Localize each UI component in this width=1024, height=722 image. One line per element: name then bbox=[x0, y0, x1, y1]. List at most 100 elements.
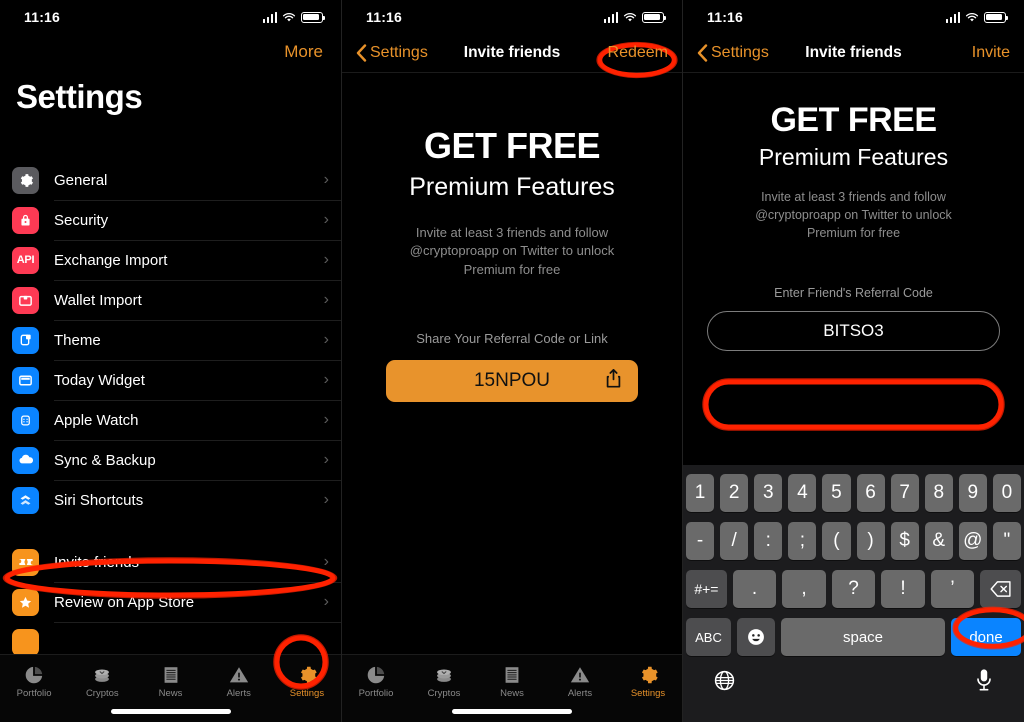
sidebar-item-label: Sync & Backup bbox=[54, 451, 156, 469]
key-colon[interactable]: : bbox=[754, 522, 783, 560]
key-1[interactable]: 1 bbox=[686, 474, 715, 512]
backspace-icon[interactable] bbox=[980, 570, 1021, 608]
sidebar-item-sync-backup[interactable]: Sync & Backup › bbox=[0, 440, 341, 480]
panel-settings: 11:16 More Settings General › Security ›… bbox=[0, 0, 341, 722]
tab-cryptos[interactable]: Cryptos bbox=[410, 655, 478, 707]
key-7[interactable]: 7 bbox=[890, 474, 919, 512]
keyboard-row-3: #+= . , ? ! ’ bbox=[683, 560, 1024, 608]
sidebar-item-label: Security bbox=[54, 211, 109, 229]
promo-body: Invite at least 3 friends and follow @cr… bbox=[409, 225, 615, 277]
key-slash[interactable]: / bbox=[720, 522, 749, 560]
status-bar-icons bbox=[603, 11, 666, 23]
onscreen-keyboard: 1 2 3 4 5 6 7 8 9 0 - / : ; ( ) $ & @ " … bbox=[683, 465, 1024, 722]
tab-alerts[interactable]: Alerts bbox=[546, 655, 614, 707]
key-space[interactable]: space bbox=[781, 618, 945, 656]
shortcuts-icon bbox=[12, 486, 39, 514]
back-button[interactable]: Settings bbox=[697, 44, 769, 62]
cellular-signal-icon bbox=[262, 11, 277, 23]
key-semicolon[interactable]: ; bbox=[788, 522, 817, 560]
key-exclamation[interactable]: ! bbox=[881, 570, 925, 608]
sidebar-item-theme[interactable]: Theme › bbox=[0, 320, 341, 360]
key-at[interactable]: @ bbox=[958, 522, 987, 560]
tab-label: Alerts bbox=[567, 687, 593, 699]
key-3[interactable]: 3 bbox=[754, 474, 783, 512]
tab-settings[interactable]: Settings bbox=[614, 655, 682, 707]
key-ampersand[interactable]: & bbox=[924, 522, 953, 560]
more-button[interactable]: More bbox=[284, 42, 323, 62]
tab-cryptos[interactable]: Cryptos bbox=[68, 655, 136, 707]
tab-settings[interactable]: Settings bbox=[273, 655, 341, 707]
key-abc[interactable]: ABC bbox=[686, 618, 731, 656]
sidebar-item-security[interactable]: Security › bbox=[0, 200, 341, 240]
key-8[interactable]: 8 bbox=[924, 474, 953, 512]
tab-label: Settings bbox=[289, 687, 325, 699]
promo-block: GET FREE Premium Features Invite at leas… bbox=[342, 73, 682, 279]
battery-icon bbox=[642, 11, 666, 23]
settings-topbar: More bbox=[0, 34, 341, 70]
back-button[interactable]: Settings bbox=[356, 44, 428, 62]
redeem-button[interactable]: Redeem bbox=[608, 44, 668, 62]
sidebar-item-today-widget[interactable]: Today Widget › bbox=[0, 360, 341, 400]
key-paren-close[interactable]: ) bbox=[856, 522, 885, 560]
tab-news[interactable]: News bbox=[136, 655, 204, 707]
home-indicator bbox=[110, 709, 231, 714]
key-2[interactable]: 2 bbox=[720, 474, 749, 512]
sidebar-item-wallet-import[interactable]: Wallet Import › bbox=[0, 280, 341, 320]
invite-button[interactable]: Invite bbox=[972, 44, 1010, 62]
sidebar-item-general[interactable]: General › bbox=[0, 160, 341, 200]
referral-code-input[interactable]: BITSO3 bbox=[707, 311, 1000, 352]
status-bar: 11:16 bbox=[0, 0, 341, 34]
key-paren-open[interactable]: ( bbox=[822, 522, 851, 560]
microphone-icon[interactable] bbox=[974, 668, 994, 692]
sidebar-item-exchange-import[interactable]: API Exchange Import › bbox=[0, 240, 341, 280]
key-0[interactable]: 0 bbox=[992, 474, 1021, 512]
document-icon bbox=[505, 666, 519, 683]
key-dollar[interactable]: $ bbox=[890, 522, 919, 560]
tab-label: Settings bbox=[630, 687, 666, 699]
key-6[interactable]: 6 bbox=[856, 474, 885, 512]
emoji-icon[interactable] bbox=[737, 618, 775, 656]
status-bar: 11:16 bbox=[683, 0, 1024, 34]
three-panel-screenshot: 11:16 More Settings General › Security ›… bbox=[0, 0, 1024, 722]
sidebar-item-label: Siri Shortcuts bbox=[54, 491, 144, 509]
sidebar-item-label: Theme bbox=[54, 331, 101, 349]
key-apostrophe[interactable]: ’ bbox=[930, 570, 975, 608]
key-symbols-toggle[interactable]: #+= bbox=[686, 570, 727, 608]
sidebar-item-siri-shortcuts[interactable]: Siri Shortcuts › bbox=[0, 480, 341, 520]
tab-bar: Portfolio Cryptos News Alerts Settings bbox=[0, 654, 341, 722]
key-period[interactable]: . bbox=[732, 570, 777, 608]
warning-icon bbox=[570, 666, 590, 682]
tab-news[interactable]: News bbox=[478, 655, 546, 707]
wifi-icon bbox=[965, 12, 979, 21]
tab-bar-items: Portfolio Cryptos News Alerts Settings bbox=[342, 655, 682, 707]
chevron-right-icon: › bbox=[323, 411, 329, 428]
key-comma[interactable]: , bbox=[782, 570, 826, 608]
panel-redeem-keyboard: 11:16 Settings Invite friends Invite GET bbox=[683, 0, 1024, 722]
api-icon: API bbox=[12, 246, 39, 274]
status-bar-icons bbox=[262, 11, 325, 23]
tab-alerts[interactable]: Alerts bbox=[205, 655, 273, 707]
key-5[interactable]: 5 bbox=[822, 474, 851, 512]
status-bar: 11:16 bbox=[342, 0, 682, 34]
referral-code-button[interactable]: 15NPOU bbox=[386, 360, 638, 403]
globe-icon[interactable] bbox=[713, 669, 736, 692]
invite-friends-row[interactable]: Invite friends › bbox=[0, 542, 341, 582]
chevron-right-icon: › bbox=[323, 553, 329, 570]
promo-headline: GET FREE bbox=[770, 101, 937, 139]
key-9[interactable]: 9 bbox=[958, 474, 987, 512]
key-question[interactable]: ? bbox=[831, 570, 876, 608]
tab-portfolio[interactable]: Portfolio bbox=[342, 655, 410, 707]
review-app-store-row[interactable]: Review on App Store › bbox=[0, 582, 341, 622]
key-quote[interactable]: " bbox=[992, 522, 1021, 560]
keyboard-row-4: ABC space done bbox=[683, 608, 1024, 656]
document-icon bbox=[164, 666, 177, 683]
key-4[interactable]: 4 bbox=[788, 474, 817, 512]
chevron-right-icon: › bbox=[323, 171, 329, 188]
key-hyphen[interactable]: - bbox=[686, 522, 715, 560]
done-key[interactable]: done bbox=[951, 618, 1021, 656]
sidebar-item-apple-watch[interactable]: Apple Watch › bbox=[0, 400, 341, 440]
sidebar-item-label: Exchange Import bbox=[54, 251, 168, 269]
share-icon[interactable] bbox=[605, 369, 622, 394]
battery-icon bbox=[984, 11, 1008, 23]
tab-portfolio[interactable]: Portfolio bbox=[0, 655, 68, 707]
